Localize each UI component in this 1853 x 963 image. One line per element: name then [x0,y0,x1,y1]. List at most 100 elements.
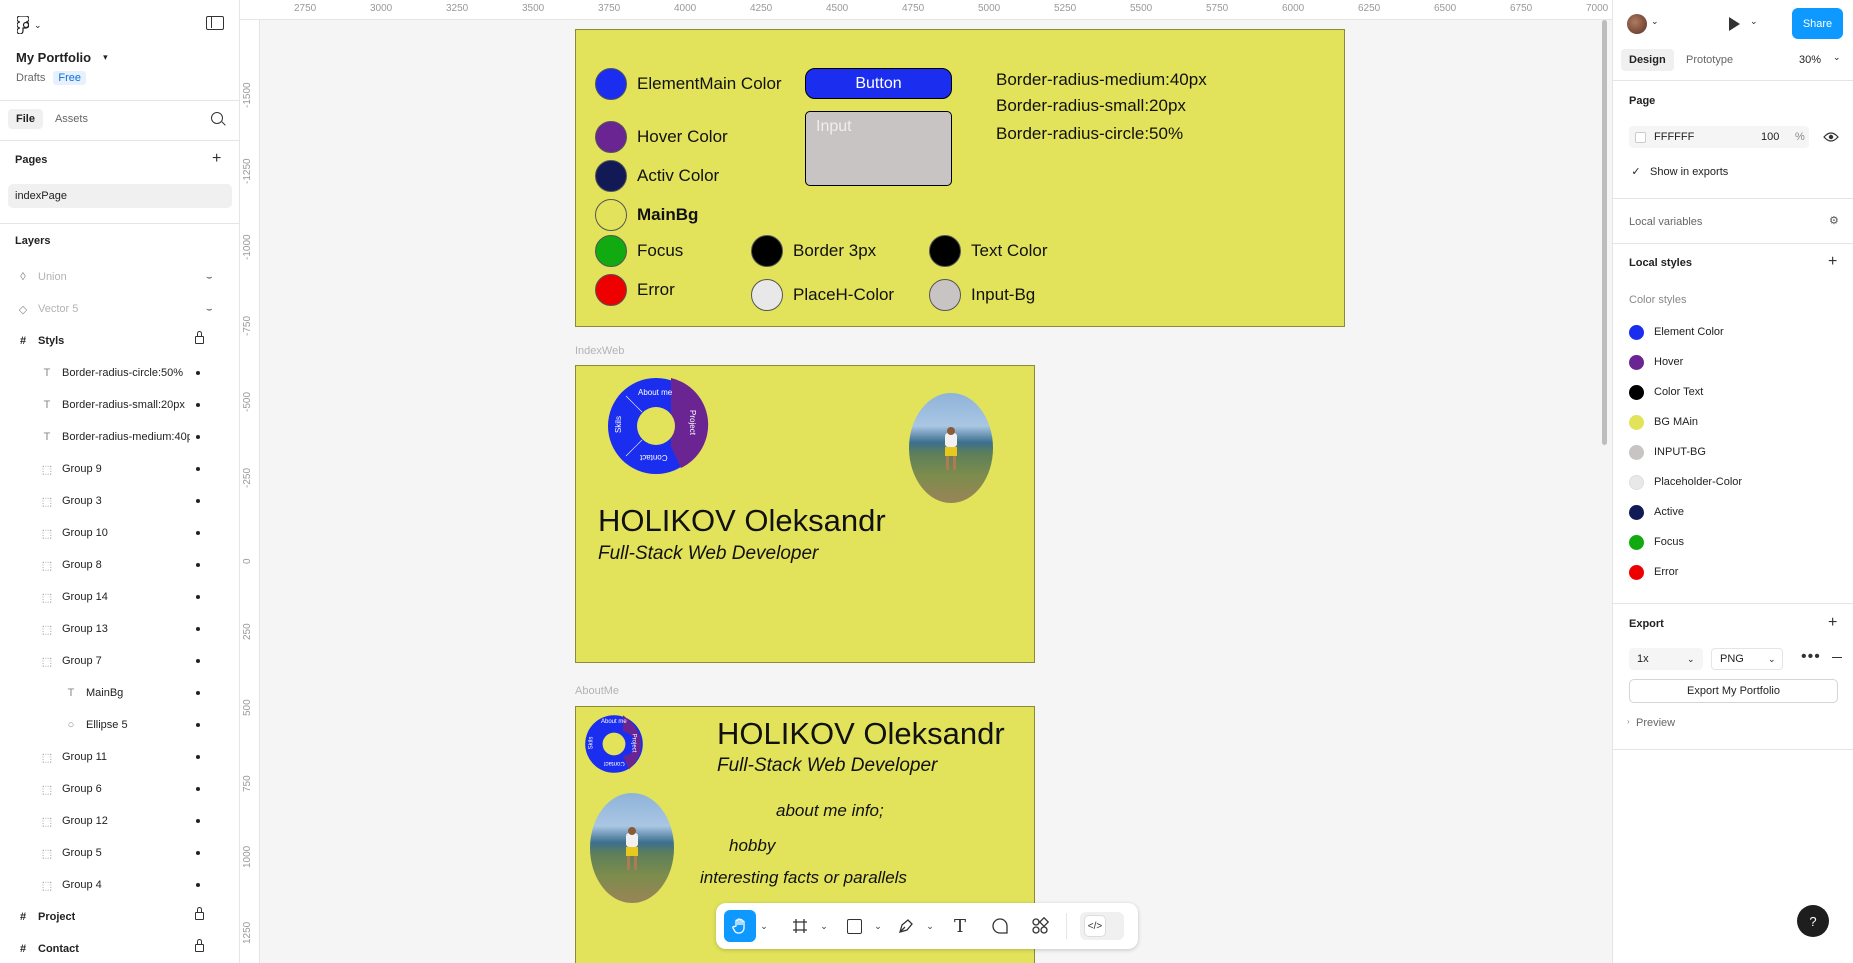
comment-tool[interactable] [984,903,1016,949]
zoom-level[interactable]: 30% [1799,54,1821,66]
swatch-circle[interactable] [595,68,627,100]
swatch-circle[interactable] [595,274,627,306]
layer-row[interactable]: ⬚ Group 9 [0,453,239,485]
resources-tool[interactable] [1024,903,1056,949]
color-style-item[interactable]: Active [1629,502,1684,522]
color-style-item[interactable]: INPUT-BG [1629,442,1706,462]
layer-row[interactable]: # Styls [0,325,239,357]
remove-export-icon[interactable] [1832,657,1842,659]
show-in-exports-label[interactable]: Show in exports [1650,166,1728,178]
nav-wheel[interactable]: About me Project Contact Skils [606,376,726,476]
layer-row[interactable]: ⬚ Group 13 [0,613,239,645]
styls-frame[interactable]: ElementMain Color Hover Color Activ Color M… [575,29,1345,327]
nav-skils[interactable]: Skils [614,416,623,433]
project-name[interactable]: My Portfolio [16,50,91,65]
layer-row[interactable]: ⬚ Group 12 [0,805,239,837]
layer-row[interactable]: ⬚ Group 6 [0,773,239,805]
export-scale-select[interactable]: 1x ⌄ [1629,648,1703,670]
layer-dot[interactable] [196,467,200,471]
color-style-item[interactable]: Hover [1629,352,1683,372]
drafts-label[interactable]: Drafts [16,72,45,84]
swatch-circle[interactable] [595,235,627,267]
layer-row[interactable]: ⬚ Group 5 [0,837,239,869]
layer-row[interactable]: T MainBg [0,677,239,709]
dev-mode-toggle[interactable]: </> [1074,903,1130,949]
variables-settings-icon[interactable]: ⚙ [1829,214,1839,227]
layer-dot[interactable] [196,435,200,439]
lock-icon[interactable] [195,939,204,952]
color-style-item[interactable]: Element Color [1629,322,1724,342]
local-variables-label[interactable]: Local variables [1629,216,1702,228]
layer-dot[interactable] [196,531,200,535]
plan-badge[interactable]: Free [53,71,86,85]
swatch-circle[interactable] [751,279,783,311]
layer-dot[interactable] [196,691,200,695]
canvas-scrollbar[interactable] [1602,20,1607,445]
add-style-icon[interactable]: + [1828,253,1837,271]
color-style-item[interactable]: Placeholder-Color [1629,472,1742,492]
nav-about-me[interactable]: About me [638,388,672,397]
color-style-item[interactable]: Error [1629,562,1678,582]
layer-dot[interactable] [196,627,200,631]
add-page-icon[interactable]: + [212,151,221,167]
nav-project[interactable]: Project [630,734,636,753]
layer-dot[interactable] [196,819,200,823]
layer-row[interactable]: ⬚ Group 10 [0,517,239,549]
tab-file[interactable]: File [8,109,43,129]
export-button[interactable]: Export My Portfolio [1629,679,1838,703]
layer-dot[interactable] [196,723,200,727]
sample-input[interactable]: Input [805,111,952,186]
chevron-down-icon[interactable]: ▾ [103,52,108,63]
swatch-circle[interactable] [595,121,627,153]
canvas[interactable]: 2750 3000 3250 3500 3750 4000 4250 4500 4750 5000… [240,0,1612,963]
color-style-item[interactable]: BG MAin [1629,412,1698,432]
layer-dot[interactable] [196,659,200,663]
chevron-down-icon[interactable]: ⌄ [1833,52,1841,63]
help-button[interactable]: ? [1797,905,1829,937]
figma-logo-icon[interactable] [16,16,30,34]
chevron-down-icon[interactable]: ⌄ [818,903,830,949]
layer-dot[interactable] [196,499,200,503]
hidden-eye-icon[interactable]: ⌣ [206,272,213,283]
layer-dot[interactable] [196,563,200,567]
project-title[interactable]: My Portfolio ▾ [0,48,239,66]
eye-icon[interactable] [1823,131,1839,143]
swatch-circle[interactable] [751,235,783,267]
page-color-field[interactable]: FFFFFF 100 % [1629,126,1809,148]
layer-row[interactable]: ⬚ Group 3 [0,485,239,517]
lock-icon[interactable] [195,907,204,920]
swatch-circle[interactable] [595,199,627,231]
layer-row[interactable]: ⬚ Group 14 [0,581,239,613]
frame-label-indexweb[interactable]: IndexWeb [575,345,624,357]
tab-assets[interactable]: Assets [47,109,96,129]
chevron-down-icon[interactable]: ⌄ [34,20,42,31]
layer-row[interactable]: ⬚ Group 8 [0,549,239,581]
color-style-item[interactable]: Color Text [1629,382,1703,402]
frame-label-aboutme[interactable]: AboutMe [575,685,619,697]
layer-dot[interactable] [196,595,200,599]
color-style-item[interactable]: Focus [1629,532,1684,552]
layer-row[interactable]: ◇ Vector 5 ⌣ [0,293,239,325]
layer-dot[interactable] [196,755,200,759]
layer-row[interactable]: T Border-radius-medium:40px [0,421,239,453]
layer-row[interactable]: # Project [0,901,239,933]
present-play-icon[interactable] [1729,17,1740,31]
swatch-circle[interactable] [929,279,961,311]
nav-skils[interactable]: Skils [588,737,594,750]
layer-row[interactable]: ○ Ellipse 5 [0,709,239,741]
swatch-circle[interactable] [929,235,961,267]
hidden-eye-icon[interactable]: ⌣ [206,304,213,315]
main-menu[interactable]: ⌄ [0,14,239,36]
chevron-right-icon[interactable]: › [1627,717,1630,726]
nav-contact[interactable]: Contact [640,453,668,462]
layer-dot[interactable] [196,787,200,791]
sample-button[interactable]: Button [805,68,952,99]
layer-row[interactable]: T Border-radius-small:20px [0,389,239,421]
show-in-exports-checkbox[interactable]: ✓ [1629,164,1643,178]
export-format-select[interactable]: PNG ⌄ [1711,648,1783,670]
page-color-value[interactable]: FFFFFF [1654,131,1694,143]
tab-design[interactable]: Design [1621,49,1674,71]
chevron-down-icon[interactable]: ⌄ [1750,16,1758,27]
pen-tool[interactable] [890,903,922,949]
lock-icon[interactable] [195,331,204,344]
